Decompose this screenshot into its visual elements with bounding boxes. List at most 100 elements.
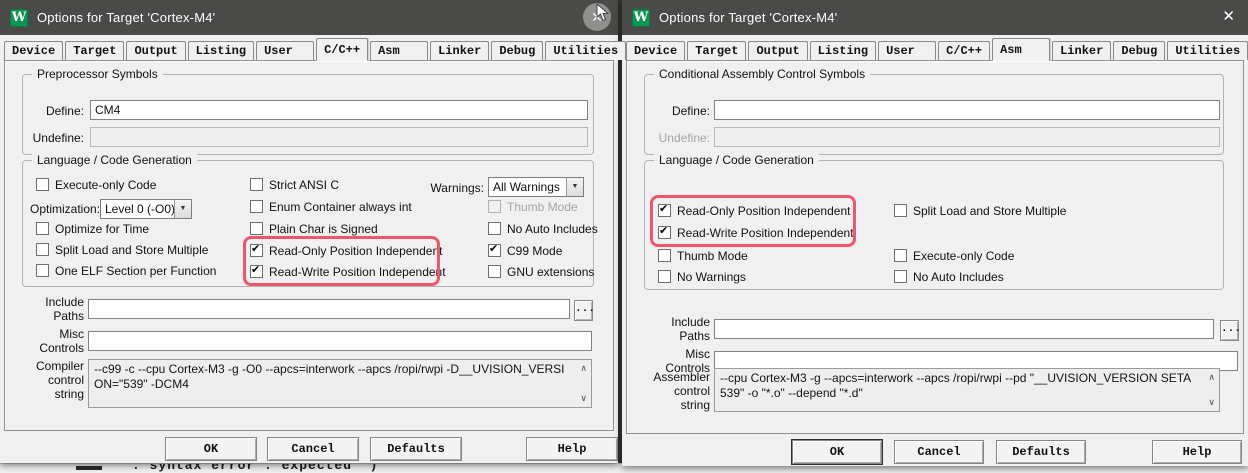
check-icon: ✔ xyxy=(251,263,260,276)
help-button[interactable]: Help xyxy=(1152,440,1242,464)
misc-controls-input[interactable] xyxy=(88,331,592,351)
checkbox-box: ✔ xyxy=(894,270,907,283)
tab-listing[interactable]: Listing xyxy=(188,41,254,60)
scroll-up-icon[interactable]: ∧ xyxy=(580,364,587,373)
options-dialog-asm: W Options for Target 'Cortex-M4' ✕ Devic… xyxy=(622,0,1248,466)
checkbox-split-load-store-multiple[interactable]: ✔ Split Load and Store Multiple xyxy=(36,242,208,257)
checkbox-split-load-store-multiple[interactable]: ✔ Split Load and Store Multiple xyxy=(894,203,1066,218)
defaults-button[interactable]: Defaults xyxy=(370,437,462,461)
checkbox-label: Read-Only Position Independent xyxy=(677,204,850,218)
checkbox-no-warnings[interactable]: ✔ No Warnings xyxy=(658,269,746,284)
title-bar: W Options for Target 'Cortex-M4' ✕ xyxy=(622,0,1248,35)
optimization-label: Optimization: xyxy=(30,202,98,216)
cancel-button[interactable]: Cancel xyxy=(894,440,984,464)
define-input[interactable] xyxy=(90,100,588,120)
chevron-down-icon[interactable]: ▼ xyxy=(174,200,191,218)
checkbox-box: ✔ xyxy=(250,222,263,235)
undefine-input[interactable] xyxy=(714,127,1220,147)
cancel-button[interactable]: Cancel xyxy=(267,437,359,461)
checkbox-thumb-mode: ✔ Thumb Mode xyxy=(488,199,578,214)
checkbox-read-write-position-independent[interactable]: ✔ Read-Write Position Independent xyxy=(658,225,854,240)
checkbox-read-write-position-independent[interactable]: ✔ Read-Write Position Independent xyxy=(250,264,446,279)
tab-linker[interactable]: Linker xyxy=(1052,41,1111,60)
help-button[interactable]: Help xyxy=(526,437,618,461)
assembler-control-string-box: --cpu Cortex-M3 -g --apcs=interwork --ap… xyxy=(714,368,1220,412)
check-icon: ✔ xyxy=(251,242,260,255)
keil-uvision-icon: W xyxy=(632,9,650,27)
tab-cpp[interactable]: C/C++ xyxy=(316,38,368,61)
misc-controls-label: Misc Controls xyxy=(28,327,84,355)
checkbox-execute-only-code[interactable]: ✔ Execute-only Code xyxy=(36,177,156,192)
compiler-control-string-text: --c99 -c --cpu Cortex-M3 -g -O0 --apcs=i… xyxy=(94,362,564,391)
checkbox-label: Optimize for Time xyxy=(55,222,149,236)
checkbox-label: Execute-only Code xyxy=(913,249,1014,263)
checkbox-plain-char-is-signed[interactable]: ✔ Plain Char is Signed xyxy=(250,221,378,236)
close-button[interactable]: ✕ xyxy=(583,3,611,31)
checkbox-no-auto-includes[interactable]: ✔ No Auto Includes xyxy=(488,221,598,236)
include-paths-input[interactable] xyxy=(88,299,570,319)
include-paths-browse-button[interactable]: ... xyxy=(574,300,593,321)
checkbox-thumb-mode[interactable]: ✔ Thumb Mode xyxy=(658,248,748,263)
tab-asm[interactable]: Asm xyxy=(370,41,428,60)
checkbox-gnu-extensions[interactable]: ✔ GNU extensions xyxy=(488,264,594,279)
ok-button[interactable]: OK xyxy=(165,437,257,461)
checkbox-strict-ansi-c[interactable]: ✔ Strict ANSI C xyxy=(250,177,339,192)
scroll-down-icon[interactable]: ∨ xyxy=(1208,398,1215,407)
tab-output[interactable]: Output xyxy=(748,41,807,60)
tab-device[interactable]: Device xyxy=(4,41,63,60)
tab-device[interactable]: Device xyxy=(626,41,685,60)
compiler-control-string-box: --c99 -c --cpu Cortex-M3 -g -O0 --apcs=i… xyxy=(88,359,592,408)
checkbox-label: No Auto Includes xyxy=(507,222,598,236)
tab-target[interactable]: Target xyxy=(687,41,746,60)
tab-debug[interactable]: Debug xyxy=(1113,41,1165,60)
ok-button[interactable]: OK xyxy=(792,440,882,464)
checkbox-optimize-for-time[interactable]: ✔ Optimize for Time xyxy=(36,221,149,236)
warnings-select[interactable]: All Warnings ▼ xyxy=(488,177,584,197)
check-icon: ✔ xyxy=(659,202,668,215)
undefine-label: Undefine: xyxy=(18,131,84,145)
checkbox-read-only-position-independent[interactable]: ✔ Read-Only Position Independent xyxy=(658,203,850,218)
assembler-control-string-text: --cpu Cortex-M3 -g --apcs=interwork --ap… xyxy=(720,371,1191,400)
checkbox-no-auto-includes[interactable]: ✔ No Auto Includes xyxy=(894,269,1004,284)
checkbox-label: Plain Char is Signed xyxy=(269,222,378,236)
group-label: Conditional Assembly Control Symbols xyxy=(654,67,870,81)
tab-utilities[interactable]: Utilities xyxy=(545,41,626,60)
clipped-background-text: : syntax error : expected ')' xyxy=(132,463,387,473)
tab-output[interactable]: Output xyxy=(126,41,185,60)
defaults-button[interactable]: Defaults xyxy=(996,440,1086,464)
undefine-input[interactable] xyxy=(90,127,588,147)
tab-linker[interactable]: Linker xyxy=(430,41,489,60)
checkbox-label: C99 Mode xyxy=(507,244,562,258)
scroll-up-icon[interactable]: ∧ xyxy=(1208,373,1215,382)
optimization-select[interactable]: Level 0 (-O0) ▼ xyxy=(100,199,192,219)
checkbox-label: No Warnings xyxy=(677,270,746,284)
keil-uvision-icon: W xyxy=(10,9,28,27)
tab-target[interactable]: Target xyxy=(65,41,124,60)
checkbox-label: Enum Container always int xyxy=(269,200,412,214)
include-paths-input[interactable] xyxy=(714,319,1214,339)
checkbox-one-elf-section-per-function[interactable]: ✔ One ELF Section per Function xyxy=(36,263,216,278)
tab-debug[interactable]: Debug xyxy=(491,41,543,60)
checkbox-enum-container-always-int[interactable]: ✔ Enum Container always int xyxy=(250,199,412,214)
scroll-down-icon[interactable]: ∨ xyxy=(580,394,587,403)
tab-utilities[interactable]: Utilities xyxy=(1167,41,1248,60)
tab-listing[interactable]: Listing xyxy=(810,41,876,60)
include-paths-browse-button[interactable]: ... xyxy=(1220,320,1239,341)
tab-user[interactable]: User xyxy=(878,41,936,60)
checkbox-label: Split Load and Store Multiple xyxy=(913,204,1066,218)
close-button[interactable]: ✕ xyxy=(1222,8,1235,26)
define-input[interactable] xyxy=(714,100,1220,120)
close-icon: ✕ xyxy=(1222,8,1235,25)
tab-user[interactable]: User xyxy=(256,41,314,60)
tab-cpp[interactable]: C/C++ xyxy=(938,41,990,60)
checkbox-label: Execute-only Code xyxy=(55,178,156,192)
include-paths-label: Include Paths xyxy=(28,295,84,323)
chevron-down-icon[interactable]: ▼ xyxy=(566,178,583,196)
group-label: Language / Code Generation xyxy=(654,153,819,167)
checkbox-read-only-position-independent[interactable]: ✔ Read-Only Position Independent xyxy=(250,243,442,258)
checkbox-execute-only-code[interactable]: ✔ Execute-only Code xyxy=(894,248,1014,263)
title-bar: W Options for Target 'Cortex-M4' ✕ xyxy=(0,0,618,35)
checkbox-c99-mode[interactable]: ✔ C99 Mode xyxy=(488,243,562,258)
tab-asm[interactable]: Asm xyxy=(992,38,1050,61)
checkbox-box: ✔ xyxy=(488,265,501,278)
